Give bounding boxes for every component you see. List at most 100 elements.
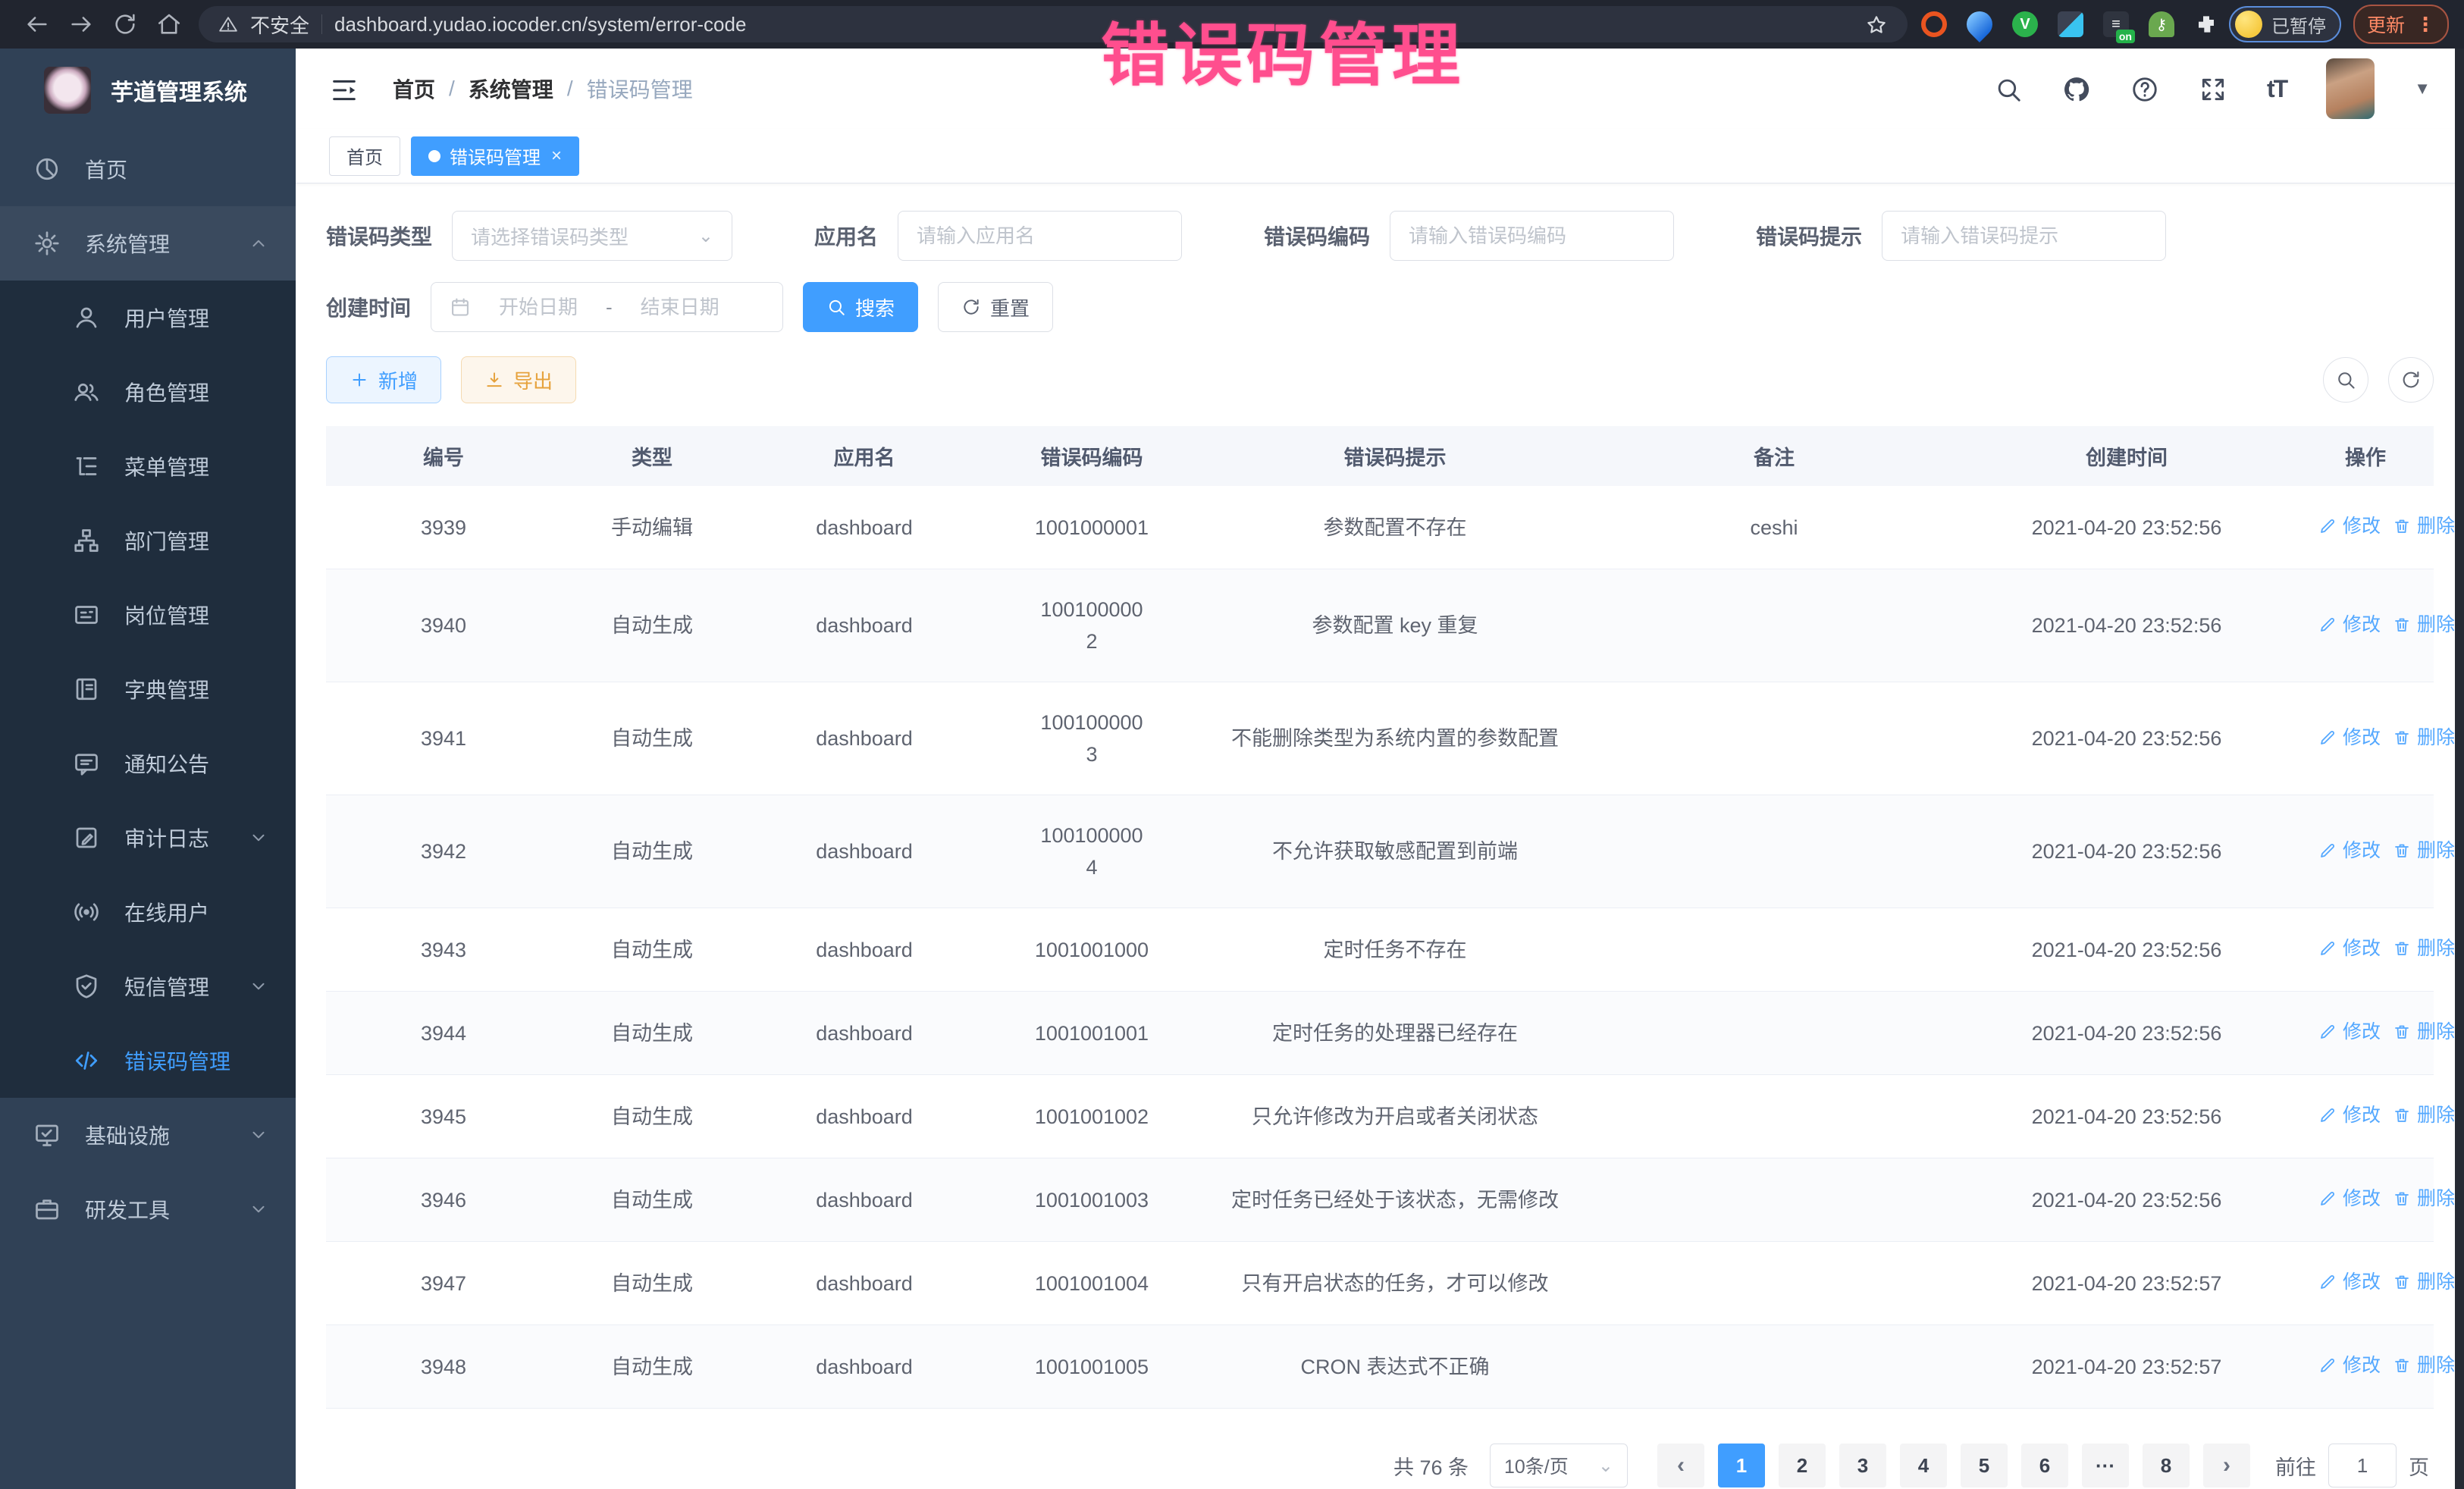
delete-link[interactable]: 删除 [2393,1099,2455,1131]
close-tab-icon[interactable]: × [551,146,562,167]
sidebar-item-审计日志[interactable]: 审计日志 [0,801,296,875]
cell-actions: 修改删除 [2297,1158,2434,1242]
browser-menu-icon[interactable]: ⋮ [2415,13,2435,36]
delete-link[interactable]: 删除 [2393,1350,2455,1381]
extension-tampermonkey-icon[interactable]: on≡ [2103,11,2129,37]
sidebar-item-研发工具[interactable]: 研发工具 [0,1172,296,1246]
sidebar-item-岗位管理[interactable]: 岗位管理 [0,578,296,652]
tab-home[interactable]: 首页 [329,136,400,176]
page-button-5[interactable]: 5 [1961,1444,2008,1487]
delete-link[interactable]: 删除 [2393,1016,2455,1048]
page-button-6[interactable]: 6 [2021,1444,2068,1487]
delete-link[interactable]: 删除 [2393,1183,2455,1215]
extension-pin-icon[interactable] [1961,6,1998,42]
cell-message: 定时任务已经处于该状态，无需修改 [1198,1158,1592,1242]
window-scrollbar-track[interactable] [2455,49,2464,1489]
back-icon[interactable] [15,6,59,42]
add-button[interactable]: 新增 [326,356,441,403]
delete-link[interactable]: 删除 [2393,835,2455,867]
page-button-2[interactable]: 2 [1779,1444,1826,1487]
next-page-button[interactable]: › [2203,1444,2250,1487]
search-button[interactable]: 搜索 [803,282,918,332]
search-icon[interactable] [1994,73,2023,105]
delete-link[interactable]: 删除 [2393,609,2455,641]
page-button-4[interactable]: 4 [1900,1444,1947,1487]
collapse-sidebar-icon[interactable] [329,72,359,106]
font-size-icon[interactable]: tT [2267,75,2287,103]
browser-profile-badge[interactable]: 已暂停 [2229,6,2341,42]
cell-code: 100100000 3 [986,682,1198,795]
delete-link[interactable]: 删除 [2393,1266,2455,1298]
app-title: 芋道管理系统 [111,74,247,107]
extensions-puzzle-icon[interactable] [2194,12,2218,36]
edit-link[interactable]: 修改 [2318,1266,2381,1298]
edit-link[interactable]: 修改 [2318,722,2381,754]
address-bar[interactable]: 不安全 dashboard.yudao.iocoder.cn/system/er… [199,6,1908,42]
home-icon[interactable] [147,6,191,42]
page-button-···[interactable]: ··· [2082,1444,2129,1487]
avatar-dropdown-caret-icon[interactable]: ▼ [2414,79,2431,99]
help-icon[interactable] [2130,73,2159,105]
error-code-input[interactable] [1409,224,1655,248]
reset-button[interactable]: 重置 [938,282,1053,332]
breadcrumb-system[interactable]: 系统管理 [469,74,553,104]
delete-link[interactable]: 删除 [2393,722,2455,754]
start-date-input[interactable] [481,296,595,319]
sidebar-item-用户管理[interactable]: 用户管理 [0,281,296,355]
sidebar-item-字典管理[interactable]: 字典管理 [0,652,296,726]
forward-icon[interactable] [59,6,103,42]
reload-icon[interactable] [103,6,147,42]
edit-link[interactable]: 修改 [2318,835,2381,867]
sidebar-item-系统管理[interactable]: 系统管理 [0,206,296,281]
page-button-8[interactable]: 8 [2143,1444,2190,1487]
fullscreen-icon[interactable] [2199,73,2227,105]
cell-actions: 修改删除 [2297,795,2434,908]
tab-error-code[interactable]: 错误码管理 × [411,136,579,176]
sidebar-item-短信管理[interactable]: 短信管理 [0,949,296,1023]
page-size-select[interactable]: 10条/页 ⌄ [1490,1444,1628,1487]
prev-page-button[interactable]: ‹ [1657,1444,1704,1487]
edit-link[interactable]: 修改 [2318,933,2381,964]
extension-key-icon[interactable]: ⚷ [2149,11,2174,37]
edit-link[interactable]: 修改 [2318,609,2381,641]
user-avatar[interactable] [2326,58,2375,119]
error-hint-input[interactable] [1901,224,2147,248]
browser-update-button[interactable]: 更新 ⋮ [2353,5,2449,44]
sidebar-item-基础设施[interactable]: 基础设施 [0,1098,296,1172]
sidebar-logo[interactable]: 芋道管理系统 [0,49,296,132]
delete-link[interactable]: 删除 [2393,933,2455,964]
edit-link[interactable]: 修改 [2318,510,2381,542]
pencil-icon [2318,517,2337,535]
sidebar-item-部门管理[interactable]: 部门管理 [0,503,296,578]
page-button-1[interactable]: 1 [1718,1444,1765,1487]
end-date-input[interactable] [623,296,737,319]
breadcrumb-home[interactable]: 首页 [393,74,435,104]
edit-link[interactable]: 修改 [2318,1099,2381,1131]
extension-v-icon[interactable]: V [2012,11,2038,37]
delete-link[interactable]: 删除 [2393,510,2455,542]
edit-link[interactable]: 修改 [2318,1016,2381,1048]
refresh-table-button[interactable] [2388,357,2434,403]
sidebar-item-错误码管理[interactable]: 错误码管理 [0,1023,296,1098]
sidebar-item-在线用户[interactable]: 在线用户 [0,875,296,949]
sidebar-item-菜单管理[interactable]: 菜单管理 [0,429,296,503]
app-name-input[interactable] [917,224,1163,248]
edit-link[interactable]: 修改 [2318,1350,2381,1381]
edit-link[interactable]: 修改 [2318,1183,2381,1215]
sidebar-item-首页[interactable]: 首页 [0,132,296,206]
error-type-select[interactable]: 请选择错误码类型 ⌄ [452,211,732,261]
github-icon[interactable] [2062,73,2091,105]
cell-time: 2021-04-20 23:52:56 [1956,1075,2297,1158]
sidebar-item-通知公告[interactable]: 通知公告 [0,726,296,801]
extension-squares-icon[interactable] [2058,11,2083,37]
trash-icon [2393,1023,2411,1041]
goto-page-input[interactable] [2328,1444,2397,1487]
extension-ubuntu-icon[interactable] [1921,11,1947,37]
cell-time: 2021-04-20 23:52:56 [1956,682,2297,795]
toggle-search-button[interactable] [2323,357,2368,403]
bookmark-star-icon[interactable] [1865,12,1888,36]
sidebar-item-角色管理[interactable]: 角色管理 [0,355,296,429]
page-button-3[interactable]: 3 [1839,1444,1886,1487]
create-time-range-picker[interactable]: - [431,282,783,332]
export-button[interactable]: 导出 [461,356,576,403]
